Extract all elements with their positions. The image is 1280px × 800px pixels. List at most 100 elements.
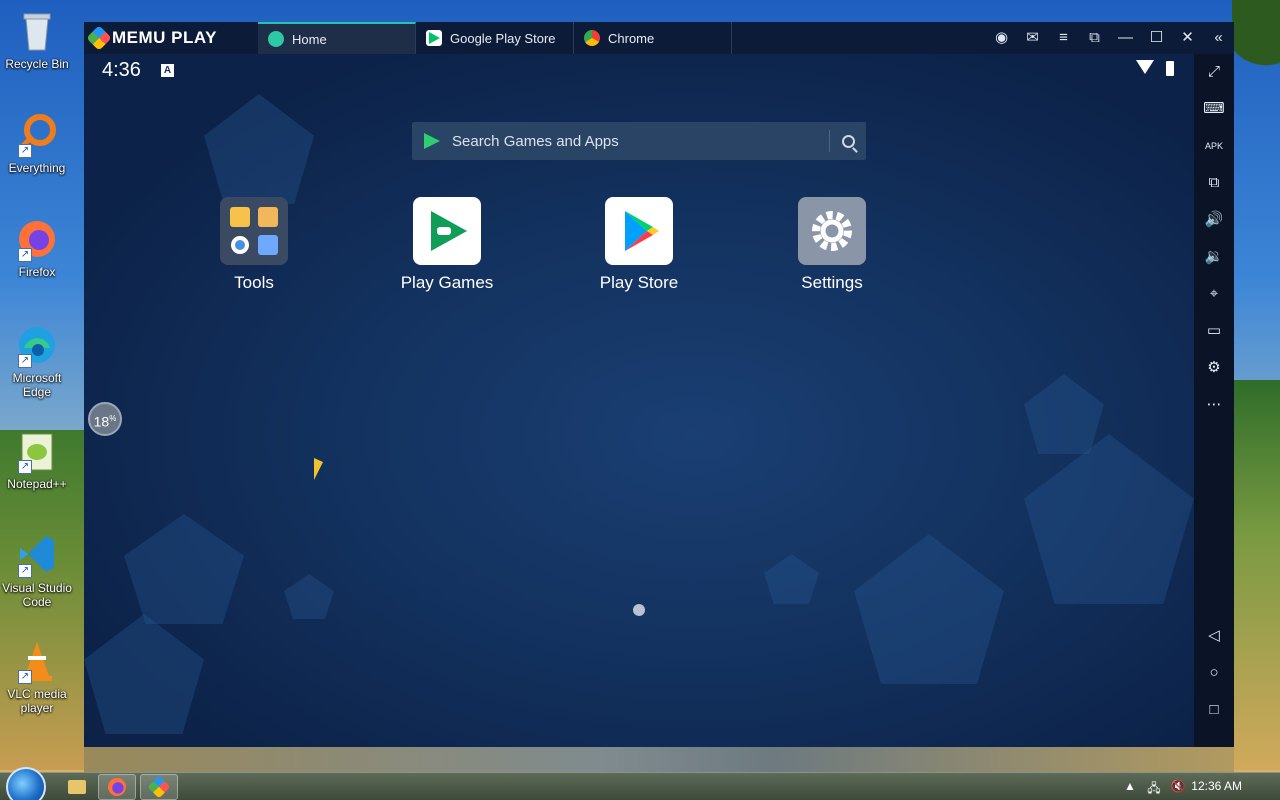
status-time: 4:36 xyxy=(102,59,141,81)
app-label: Play Games xyxy=(400,273,494,292)
memu-titlebar[interactable]: MEMU PLAY Home Google Play Store Chrome … xyxy=(84,22,1234,54)
account-icon[interactable]: ◉ xyxy=(986,22,1017,54)
desktop-icon-edge[interactable]: ↗ Microsoft Edge xyxy=(2,322,72,399)
home-icon[interactable]: ○ xyxy=(1194,659,1234,687)
desktop-icon-label: Visual Studio Code xyxy=(2,581,72,609)
desktop-wallpaper-hill-right xyxy=(1232,380,1280,770)
desktop-icon-label: Firefox xyxy=(18,265,56,279)
play-games-icon xyxy=(413,197,481,265)
firefox-icon xyxy=(108,778,126,796)
tab-label: Google Play Store xyxy=(450,30,556,46)
memu-logo-icon xyxy=(86,25,112,51)
taskbar-firefox[interactable] xyxy=(98,774,136,800)
volume-down-icon[interactable]: 🔉 xyxy=(1194,243,1234,271)
multi-window-icon[interactable]: ⧉ xyxy=(1079,22,1110,54)
page-indicator xyxy=(633,604,645,616)
loading-percent: 18 xyxy=(93,413,110,430)
app-label: Settings xyxy=(801,273,863,292)
play-store-icon xyxy=(605,197,673,265)
background-shape xyxy=(1024,374,1104,454)
taskbar-file-explorer[interactable] xyxy=(58,774,96,800)
shortcut-arrow-icon: ↗ xyxy=(18,144,32,158)
desktop-icon-label: Everything xyxy=(8,161,66,175)
android-home-screen[interactable]: 4:36 A Search Games and Apps Tools Play … xyxy=(84,54,1194,747)
app-play-store[interactable]: Play Store xyxy=(579,197,699,293)
apk-icon[interactable]: APK xyxy=(1194,132,1234,160)
tab-home[interactable]: Home xyxy=(258,22,416,54)
volume-up-icon[interactable]: 🔊 xyxy=(1194,206,1234,234)
menu-icon[interactable]: ≡ xyxy=(1048,22,1079,54)
search-bar[interactable]: Search Games and Apps xyxy=(412,122,866,160)
shortcut-arrow-icon: ↗ xyxy=(18,460,32,474)
background-shape xyxy=(764,554,819,604)
memu-sidebar: ⤢ ⌨ APK ⧉ 🔊 🔉 ⌖ ▭ ⚙ ⋯ ◁ ○ □ xyxy=(1194,54,1234,747)
settings-icon[interactable]: ⚙ xyxy=(1194,354,1234,382)
desktop-icon-recycle-bin[interactable]: Recycle Bin xyxy=(2,8,72,71)
desktop-icon-everything[interactable]: ↗ Everything xyxy=(2,112,72,175)
play-store-icon xyxy=(424,133,440,149)
desktop-icon-label: Recycle Bin xyxy=(5,57,69,71)
recycle-bin-icon xyxy=(14,8,60,54)
background-shape xyxy=(284,574,334,619)
shortcut-arrow-icon: ↗ xyxy=(18,564,32,578)
recents-icon[interactable]: □ xyxy=(1194,696,1234,724)
minimize-icon[interactable]: — xyxy=(1110,22,1141,54)
windows-taskbar: ▲ 🖧 🔇 12:36 AM xyxy=(0,767,1280,800)
memu-brand-text: MEMU PLAY xyxy=(112,28,217,47)
wifi-icon xyxy=(1136,60,1154,74)
settings-gear-icon xyxy=(798,197,866,265)
notification-icon: A xyxy=(161,64,174,77)
window-controls: ◉ ✉ ≡ ⧉ — ☐ ✕ « xyxy=(986,22,1234,54)
vlc-icon: ↗ xyxy=(14,638,60,684)
taskbar-memu[interactable] xyxy=(140,774,178,800)
maximize-icon[interactable]: ☐ xyxy=(1141,22,1172,54)
tab-google-play-store[interactable]: Google Play Store xyxy=(416,22,574,54)
chrome-tab-icon xyxy=(584,30,600,46)
more-icon[interactable]: ⋯ xyxy=(1194,391,1234,419)
search-input[interactable]: Search Games and Apps xyxy=(452,133,829,150)
battery-icon xyxy=(1166,61,1174,76)
mail-icon[interactable]: ✉ xyxy=(1017,22,1048,54)
collapse-sidebar-icon[interactable]: « xyxy=(1203,22,1234,54)
app-label: Tools xyxy=(234,273,274,292)
everything-search-icon: ↗ xyxy=(14,112,60,158)
back-icon[interactable]: ◁ xyxy=(1194,622,1234,650)
network-icon[interactable]: 🖧 xyxy=(1146,779,1162,795)
keyboard-icon[interactable]: ⌨ xyxy=(1194,95,1234,123)
memu-window: MEMU PLAY Home Google Play Store Chrome … xyxy=(84,22,1234,747)
desktop-icon-vlc[interactable]: ↗ VLC media player xyxy=(2,638,72,715)
tools-folder-icon xyxy=(220,197,288,265)
tab-label: Chrome xyxy=(608,30,655,46)
firefox-icon: ↗ xyxy=(14,216,60,262)
close-icon[interactable]: ✕ xyxy=(1172,22,1203,54)
taskbar-clock[interactable]: 12:36 AM xyxy=(1191,779,1242,793)
vscode-icon: ↗ xyxy=(14,532,60,578)
app-label: Play Store xyxy=(599,273,679,292)
location-icon[interactable]: ⌖ xyxy=(1194,280,1234,308)
desktop-icon-label: VLC media player xyxy=(7,687,67,715)
folder-icon xyxy=(68,780,86,794)
folder-icon[interactable]: ▭ xyxy=(1194,317,1234,345)
loading-indicator: 18% xyxy=(88,402,122,436)
fullscreen-icon[interactable]: ⤢ xyxy=(1194,58,1234,86)
desktop-wallpaper-tree xyxy=(1232,0,1280,120)
desktop-icon-notepadpp[interactable]: ↗ Notepad++ xyxy=(2,428,72,491)
background-shape xyxy=(204,94,314,204)
app-tools[interactable]: Tools xyxy=(194,197,314,293)
home-tab-icon xyxy=(268,31,284,47)
tab-chrome[interactable]: Chrome xyxy=(574,22,732,54)
desktop-icon-firefox[interactable]: ↗ Firefox xyxy=(2,216,72,279)
app-settings[interactable]: Settings xyxy=(772,197,892,293)
tab-label: Home xyxy=(292,31,327,47)
loading-percent-suffix: % xyxy=(109,414,117,423)
desktop-icon-vscode[interactable]: ↗ Visual Studio Code xyxy=(2,532,72,609)
volume-muted-icon[interactable]: 🔇 xyxy=(1170,779,1186,795)
shortcut-arrow-icon: ↗ xyxy=(18,248,32,262)
multi-instance-icon[interactable]: ⧉ xyxy=(1194,169,1234,197)
show-hidden-icons-icon[interactable]: ▲ xyxy=(1122,779,1138,795)
search-button[interactable] xyxy=(830,122,866,160)
mouse-cursor-icon xyxy=(314,458,323,480)
app-play-games[interactable]: Play Games xyxy=(387,197,507,293)
background-shape xyxy=(84,614,204,734)
start-button[interactable] xyxy=(6,767,46,800)
